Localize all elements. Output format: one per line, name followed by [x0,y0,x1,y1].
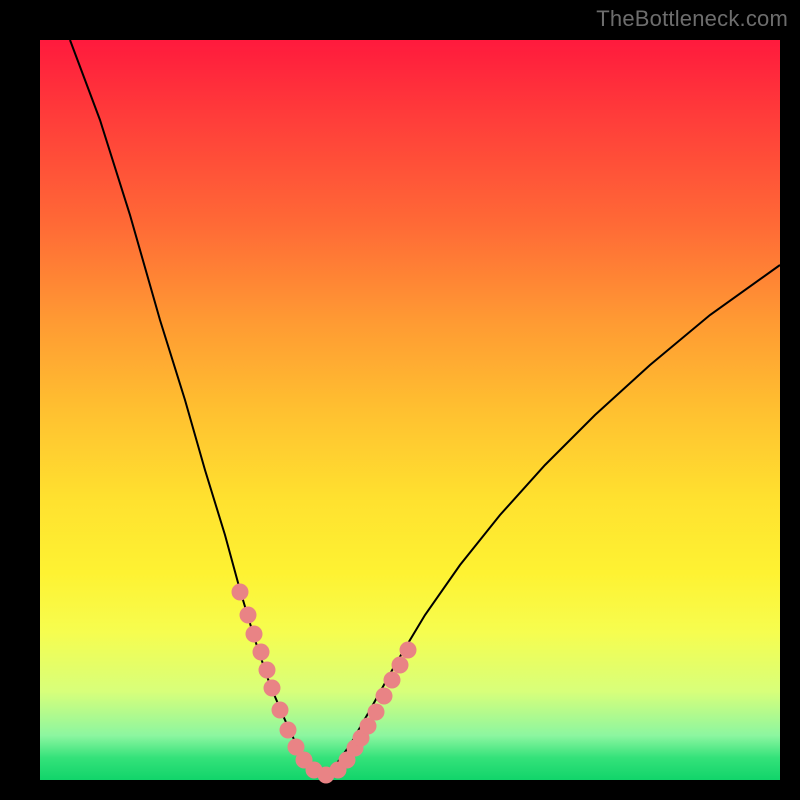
trough-bead [376,688,393,705]
trough-bead [400,642,417,659]
trough-bead [392,657,409,674]
watermark-text: TheBottleneck.com [596,6,788,32]
trough-bead [232,584,249,601]
trough-bead [259,662,276,679]
trough-bead [246,626,263,643]
trough-bead [264,680,281,697]
trough-bead [272,702,289,719]
trough-bead [384,672,401,689]
curve-line [70,40,780,775]
trough-bead [253,644,270,661]
chart-svg [40,40,780,780]
trough-bead [240,607,257,624]
trough-bead [280,722,297,739]
trough-bead [368,704,385,721]
chart-frame: TheBottleneck.com [0,0,800,800]
trough-beads-group [232,584,417,784]
bottleneck-curve [70,40,780,775]
